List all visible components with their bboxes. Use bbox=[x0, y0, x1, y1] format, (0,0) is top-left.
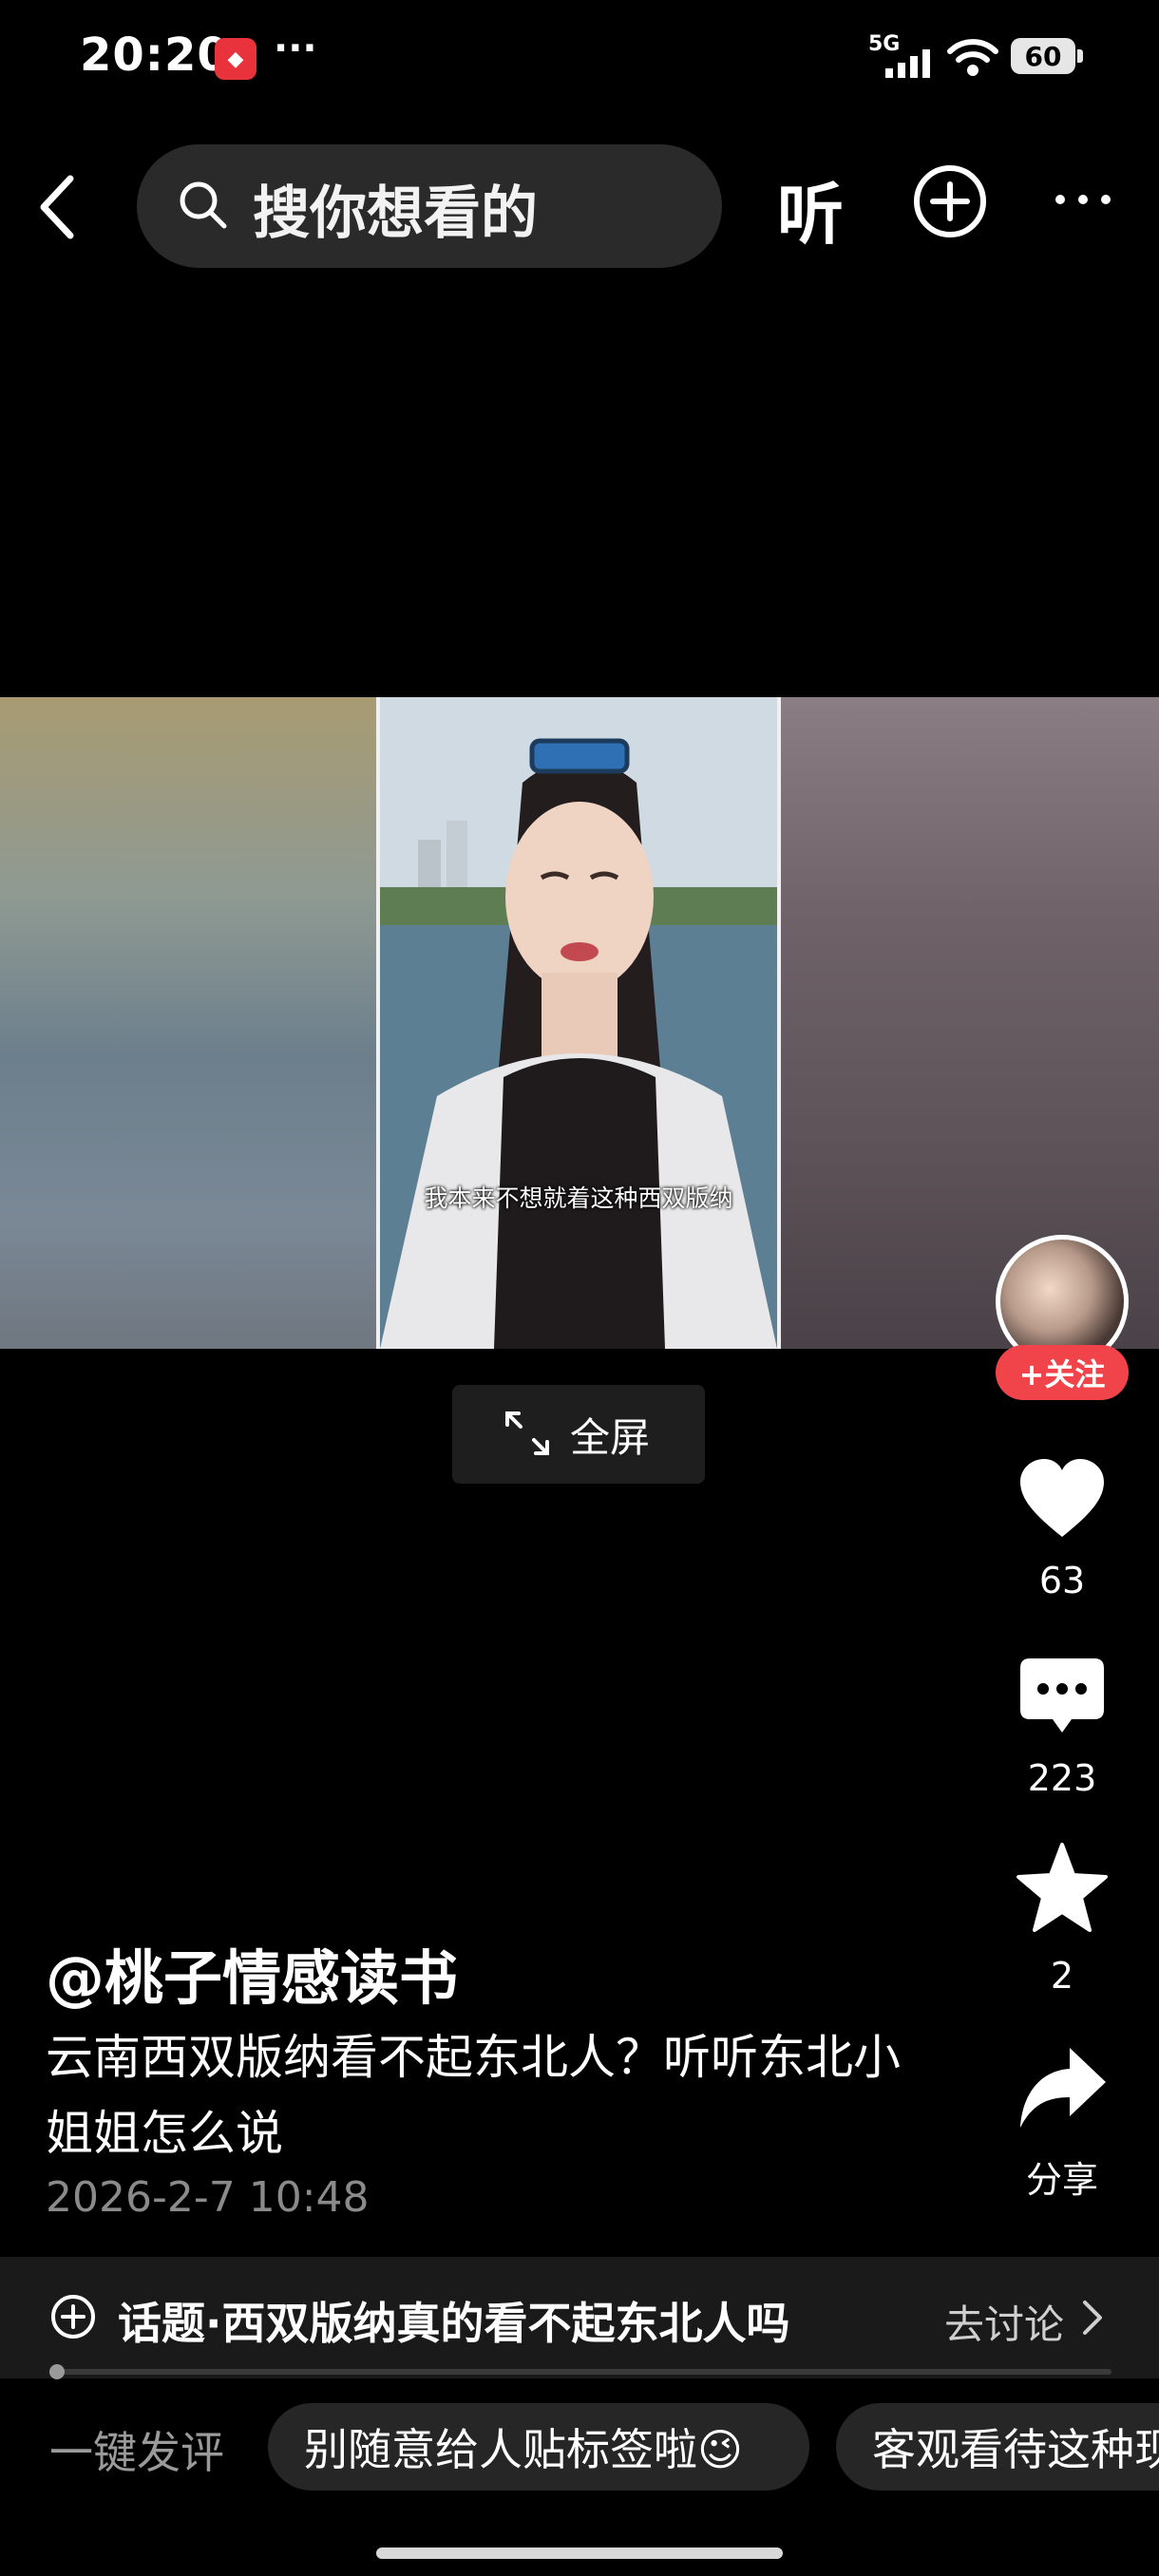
share-label: 分享 bbox=[1025, 2159, 1098, 2201]
more-icon[interactable] bbox=[1053, 190, 1113, 209]
star-icon[interactable] bbox=[1015, 1841, 1110, 1936]
topic-add-icon bbox=[51, 2295, 95, 2339]
wifi-icon bbox=[947, 39, 998, 76]
video-player[interactable] bbox=[0, 697, 1159, 1349]
author-handle[interactable]: @桃子情感读书 bbox=[46, 1930, 458, 2016]
fullscreen-label: 全屏 bbox=[570, 1414, 651, 1461]
video-progress-track[interactable] bbox=[53, 2369, 1112, 2375]
status-time: 20:20 bbox=[80, 28, 230, 82]
discuss-link[interactable]: 去讨论 bbox=[944, 2293, 1064, 2351]
app-notification-icon: ◆ bbox=[215, 38, 256, 80]
home-indicator[interactable] bbox=[376, 2548, 783, 2559]
share-icon[interactable] bbox=[1015, 2042, 1110, 2137]
battery-indicator: 60 bbox=[1011, 38, 1075, 74]
quick-comment-label: 一键发评 bbox=[49, 2427, 224, 2478]
post-description: 云南西双版纳看不起东北人？听听东北小姐姐怎么说 bbox=[46, 2030, 901, 2161]
search-icon bbox=[180, 181, 227, 229]
add-icon[interactable] bbox=[912, 163, 988, 239]
topic-title[interactable]: 话题·西双版纳真的看不起东北人吗 bbox=[118, 2289, 789, 2352]
favorite-count: 2 bbox=[1050, 1955, 1074, 1997]
like-count: 63 bbox=[1038, 1560, 1086, 1601]
back-icon[interactable] bbox=[28, 169, 86, 245]
comment-count: 223 bbox=[1027, 1757, 1097, 1799]
signal-icon bbox=[885, 49, 930, 78]
expand-icon bbox=[505, 1411, 549, 1455]
quick-comment-chip[interactable]: 客观看待这种现 bbox=[836, 2403, 1159, 2491]
heart-icon[interactable] bbox=[1015, 1453, 1110, 1548]
video-subtitle: 我本来不想就着这种西双版纳 bbox=[424, 1184, 733, 1212]
search-placeholder[interactable]: 搜你想看的 bbox=[253, 167, 538, 250]
video-blur-left bbox=[0, 697, 376, 1349]
comment-icon[interactable] bbox=[1015, 1651, 1110, 1746]
video-progress-handle[interactable] bbox=[49, 2364, 65, 2379]
quick-comment-chip[interactable]: 别随意给人贴标签啦😉 bbox=[268, 2403, 809, 2491]
follow-button[interactable]: +关注 bbox=[996, 1345, 1129, 1400]
notification-dots: ··· bbox=[274, 27, 317, 70]
battery-nub bbox=[1077, 49, 1083, 63]
video-frame bbox=[380, 697, 777, 1349]
listen-button[interactable]: 听 bbox=[777, 161, 844, 257]
post-timestamp: 2026-2-7 10:48 bbox=[46, 2173, 370, 2222]
chevron-right-icon bbox=[1083, 2301, 1102, 2335]
video-person-image bbox=[380, 697, 777, 1349]
